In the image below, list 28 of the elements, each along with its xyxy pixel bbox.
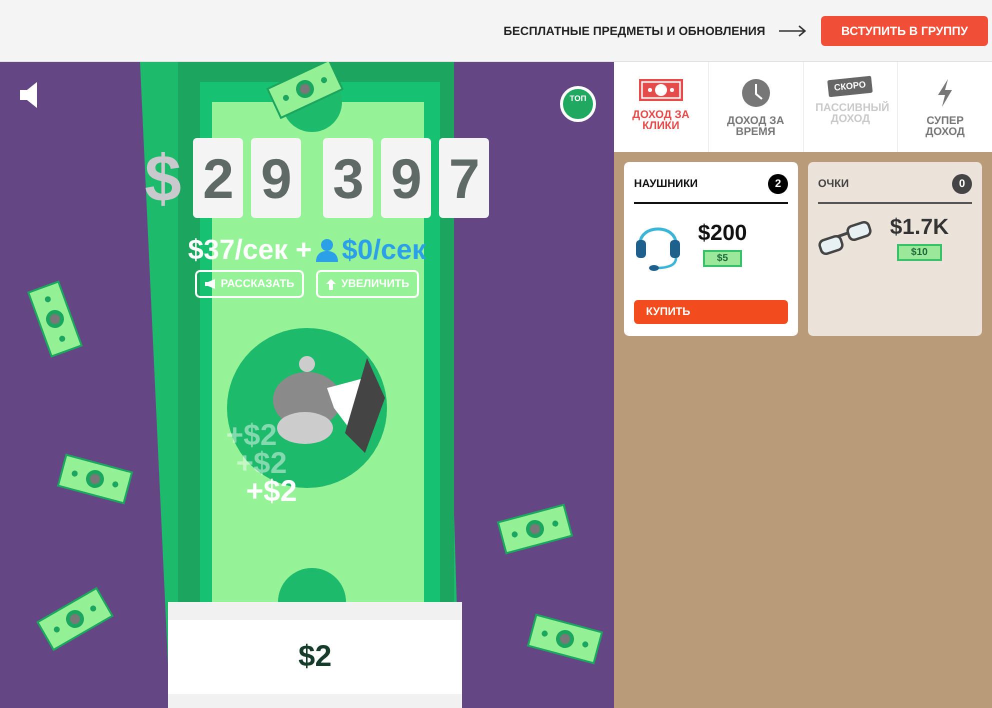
- buy-button[interactable]: КУПИТЬ: [634, 300, 788, 324]
- item-income: $5: [702, 250, 742, 266]
- join-group-button[interactable]: ВСТУПИТЬ В ГРУППУ: [821, 16, 988, 46]
- arrow-right-icon: [779, 24, 808, 36]
- counter-digit: 3: [323, 138, 374, 218]
- item-name: ОЧКИ: [818, 178, 849, 190]
- counter-digit: 9: [381, 138, 432, 218]
- soon-badge: СКОРО: [828, 76, 874, 98]
- item-price: $200: [698, 220, 747, 246]
- item-price: $1.7K: [890, 214, 949, 240]
- counter-digit: 7: [439, 138, 490, 218]
- click-value: $2: [298, 640, 332, 674]
- income-popup: +$2: [246, 478, 297, 506]
- item-income: $10: [897, 244, 942, 261]
- arrow-up-icon: [326, 278, 336, 290]
- leaderboard-badge[interactable]: ТОП: [560, 86, 596, 122]
- currency-sign: $: [144, 140, 182, 216]
- megaphone-icon: [204, 279, 216, 289]
- counter-digit: 2: [193, 138, 244, 218]
- user-icon: [316, 238, 338, 262]
- clock-icon: [740, 78, 771, 108]
- banknote-icon: [638, 78, 684, 102]
- counter-digit: 9: [251, 138, 302, 218]
- glasses-icon: [818, 220, 874, 256]
- promo-text: БЕСПЛАТНЫЕ ПРЕДМЕТЫ И ОБНОВЛЕНИЯ: [504, 24, 766, 38]
- item-name: НАУШНИКИ: [634, 178, 698, 190]
- item-count: 0: [952, 174, 972, 194]
- item-count: 2: [768, 174, 788, 194]
